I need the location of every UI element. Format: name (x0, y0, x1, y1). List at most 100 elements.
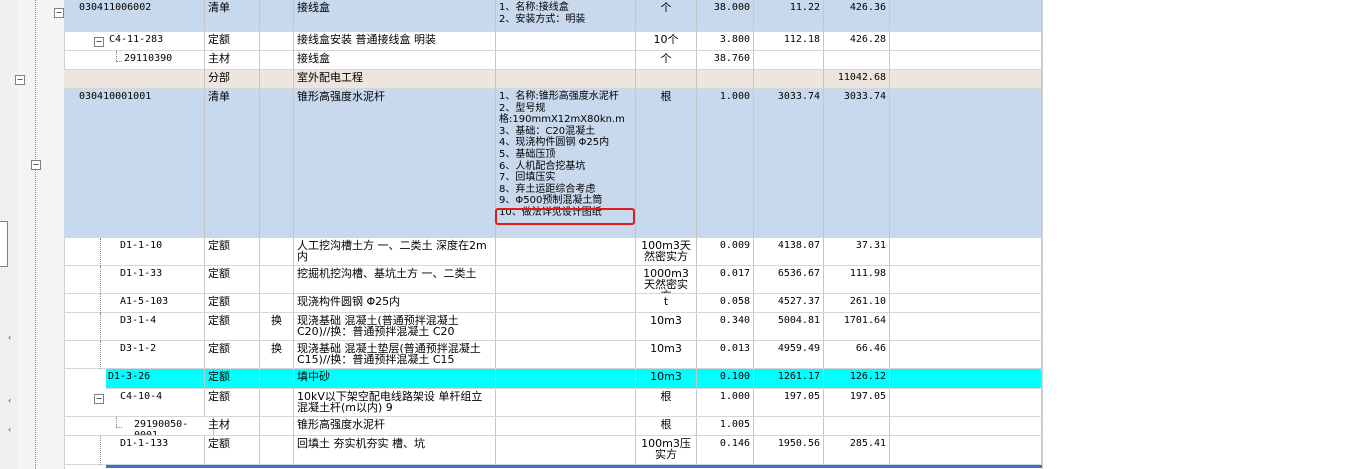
collapse-left-icon-2[interactable]: ‹ (8, 396, 11, 406)
table-row[interactable]: D1-1-10 定额 人工挖沟槽土方 一、二类土 深度在2m内 100m3天然密… (64, 238, 1042, 266)
item-unit: 根 (636, 389, 697, 416)
table-row[interactable]: 分部 室外配电工程 11042.68 (64, 70, 1042, 89)
item-extra (890, 51, 1042, 69)
item-total: 66.46 (824, 341, 890, 368)
item-quantity: 0.146 (697, 436, 754, 464)
item-features (496, 32, 636, 50)
item-total (824, 51, 890, 69)
item-features (496, 70, 636, 88)
item-code: D3-1-2 (76, 341, 205, 368)
item-total: 426.36 (824, 0, 890, 31)
collapse-toggle-icon[interactable]: − (54, 8, 64, 18)
next-row-indicator (106, 465, 1042, 468)
item-quantity: 0.100 (697, 369, 754, 388)
item-extra (890, 70, 1042, 88)
item-type: 清单 (205, 89, 260, 237)
item-swap (260, 238, 294, 265)
collapse-toggle-icon[interactable]: − (15, 75, 25, 85)
table-row[interactable]: 29110390 主材 接线盒 个 38.760 (64, 51, 1042, 70)
panel-splitter-handle[interactable] (0, 221, 8, 267)
table-row[interactable]: 030411006002 清单 接线盒 1、名称:接线盒 2、安装方式：明装 个… (64, 0, 1042, 32)
item-type: 定额 (205, 238, 260, 265)
table-row[interactable]: D1-1-133 定额 回填土 夯实机夯实 槽、坑 100m3压实方 0.146… (64, 436, 1042, 465)
table-row[interactable]: D1-1-33 定额 挖掘机挖沟槽、基坑土方 一、二类土 1000m3天然密实方… (64, 266, 1042, 294)
item-swap (260, 0, 294, 31)
item-quantity: 0.013 (697, 341, 754, 368)
item-swap (260, 417, 294, 435)
item-unit-price: 4959.49 (754, 341, 824, 368)
item-name: 填中砂 (294, 369, 496, 388)
item-features (496, 369, 636, 388)
item-total: 3033.74 (824, 89, 890, 237)
item-total: 1701.64 (824, 313, 890, 340)
item-unit: 10m3 (636, 313, 697, 340)
item-extra (890, 389, 1042, 416)
collapse-left-icon[interactable]: ‹ (8, 333, 11, 343)
item-type: 主材 (205, 51, 260, 69)
table-row[interactable]: − C4-10-4 定额 10kV以下架空配电线路架设 单杆组立 混凝土杆(m以… (64, 389, 1042, 417)
item-quantity: 1.000 (697, 89, 754, 237)
collapse-toggle-icon[interactable]: − (31, 160, 41, 170)
item-total: 197.05 (824, 389, 890, 416)
item-unit: 10个 (636, 32, 697, 50)
item-code (76, 70, 205, 88)
item-quantity: 0.009 (697, 238, 754, 265)
item-unit-price (754, 51, 824, 69)
item-unit: 根 (636, 417, 697, 435)
item-quantity: 1.000 (697, 389, 754, 416)
item-name: 锥形高强度水泥杆 (294, 417, 496, 435)
item-total: 426.28 (824, 32, 890, 50)
item-unit-price: 4527.37 (754, 294, 824, 312)
item-features (496, 341, 636, 368)
item-unit: 1000m3天然密实方 (636, 266, 697, 293)
table-row[interactable]: D3-1-4 定额 换 现浇基础 混凝土(普通预拌混凝土C20)//换：普通预拌… (64, 313, 1042, 341)
item-unit (636, 70, 697, 88)
item-code: 030410001001 (76, 89, 205, 237)
item-swap (260, 51, 294, 69)
table-row-selected[interactable]: D1-3-26 定额 填中砂 10m3 0.100 1261.17 126.12 (106, 369, 1042, 389)
item-unit-price: 5004.81 (754, 313, 824, 340)
item-extra (890, 369, 1042, 388)
item-unit: 100m3天然密实方 (636, 238, 697, 265)
item-type: 定额 (205, 341, 260, 368)
item-type: 定额 (205, 266, 260, 293)
item-features (496, 51, 636, 69)
item-name: 室外配电工程 (294, 70, 496, 88)
item-name: 现浇基础 混凝土垫层(普通预拌混凝土 C15)//换：普通预拌混凝土 C15 (294, 341, 496, 368)
left-panel-strip: ‹ ‹ ‹ (0, 0, 19, 469)
item-code: 29190050-0001 (76, 417, 214, 435)
table-row[interactable]: A1-5-103 定额 现浇构件圆钢 Φ25内 t 0.058 4527.37 … (64, 294, 1042, 313)
item-extra (890, 436, 1042, 464)
item-name: 接线盒安装 普通接线盒 明装 (294, 32, 496, 50)
annotation-highlight-box (495, 208, 635, 225)
item-code: C4-11-283 (76, 32, 205, 50)
item-extra (890, 238, 1042, 265)
item-total: 126.12 (824, 369, 890, 388)
item-code: D1-3-26 (106, 369, 205, 388)
item-name: 接线盒 (294, 51, 496, 69)
item-name: 挖掘机挖沟槽、基坑土方 一、二类土 (294, 266, 496, 293)
table-row[interactable]: 29190050-0001 主材 锥形高强度水泥杆 根 1.005 (64, 417, 1042, 436)
item-swap (260, 266, 294, 293)
item-unit-price: 6536.67 (754, 266, 824, 293)
item-extra (890, 341, 1042, 368)
item-unit: 根 (636, 89, 697, 237)
item-swap (260, 389, 294, 416)
item-name: 现浇构件圆钢 Φ25内 (294, 294, 496, 312)
item-extra (890, 0, 1042, 31)
collapse-left-icon-3[interactable]: ‹ (8, 425, 11, 435)
item-unit: t (636, 294, 697, 312)
table-row[interactable]: − C4-11-283 定额 接线盒安装 普通接线盒 明装 10个 3.800 … (64, 32, 1042, 51)
item-extra (890, 294, 1042, 312)
item-unit-price (754, 70, 824, 88)
item-swap (260, 32, 294, 50)
item-type: 主材 (205, 417, 260, 435)
item-features (496, 294, 636, 312)
item-name: 接线盒 (294, 0, 496, 31)
budget-grid: 030411006002 清单 接线盒 1、名称:接线盒 2、安装方式：明装 个… (64, 0, 1042, 469)
table-row[interactable]: D3-1-2 定额 换 现浇基础 混凝土垫层(普通预拌混凝土 C15)//换：普… (64, 341, 1042, 369)
item-features (496, 436, 636, 464)
item-quantity: 0.058 (697, 294, 754, 312)
item-quantity: 1.005 (697, 417, 754, 435)
item-unit: 10m3 (636, 369, 697, 388)
